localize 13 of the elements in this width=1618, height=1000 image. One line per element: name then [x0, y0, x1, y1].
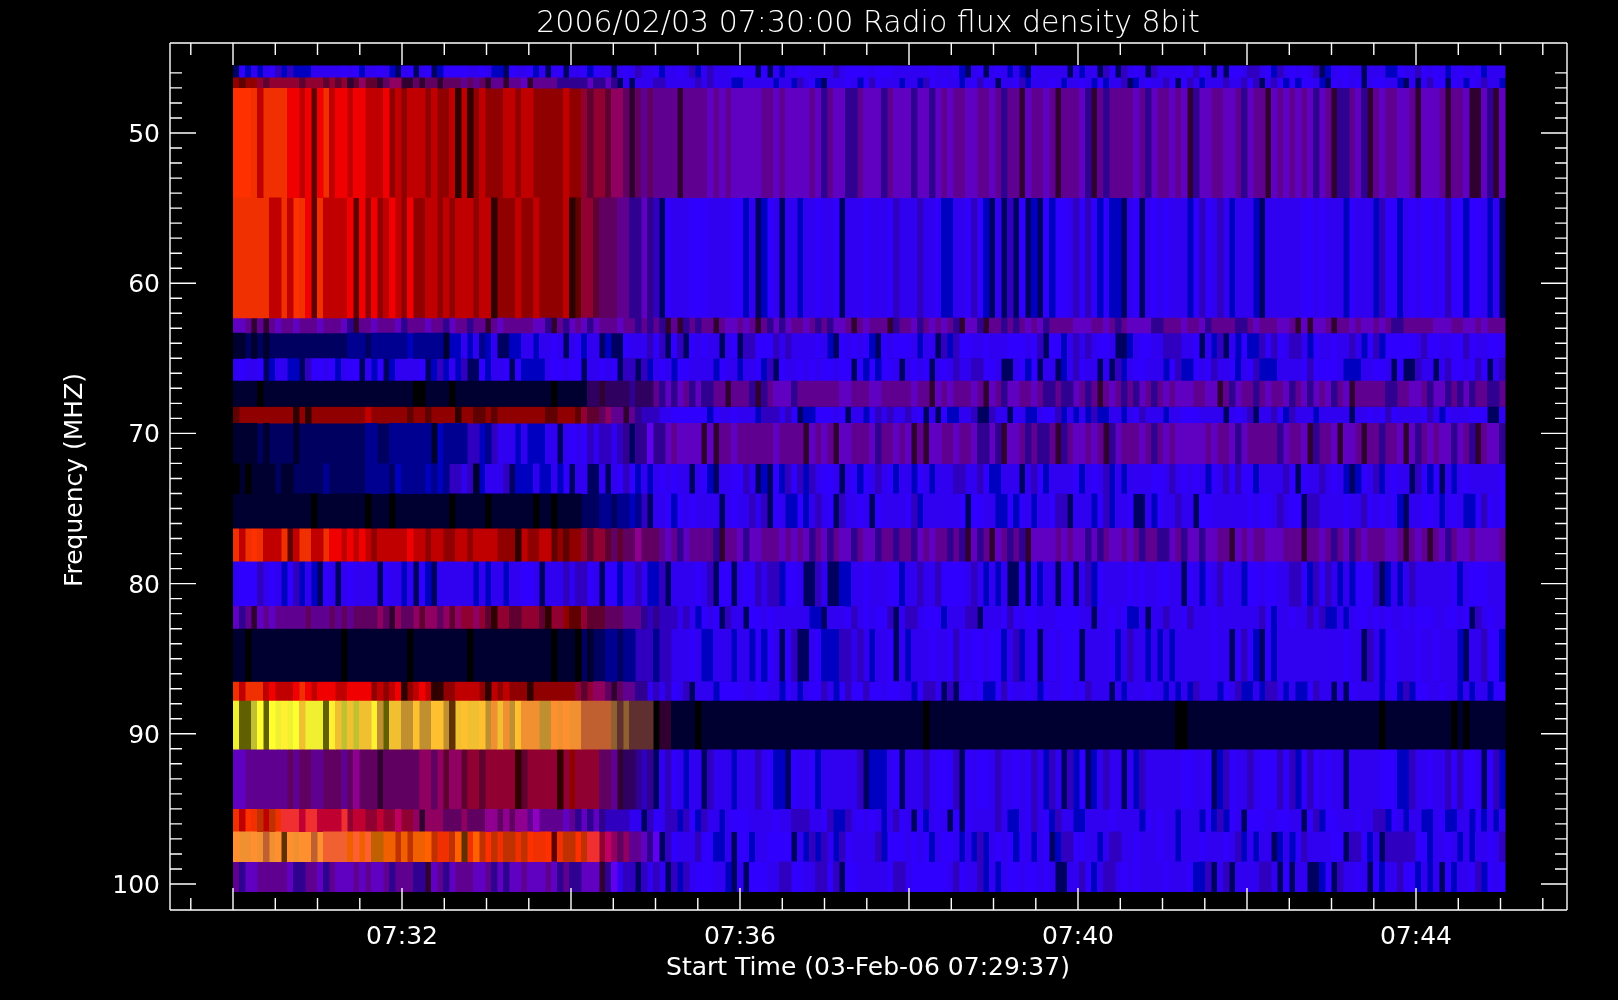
- x-tick-label: 07:36: [704, 921, 776, 950]
- y-tick-label: 70: [128, 419, 160, 449]
- y-tick-label: 50: [128, 119, 160, 148]
- y-tick-label: 80: [128, 569, 160, 599]
- y-axis-label: Frequency (MHZ): [59, 372, 88, 588]
- x-tick-label: 07:32: [366, 921, 438, 950]
- x-tick-label: 07:40: [1042, 921, 1114, 950]
- x-axis-label: Start Time (03-Feb-06 07:29:37): [666, 952, 1070, 981]
- plot-title: 2006/02/03 07:30:00 Radio flux density 8bit: [536, 4, 1200, 39]
- y-tick-label: 90: [128, 719, 160, 749]
- y-tick-label: 60: [128, 269, 160, 299]
- y-tick-label: 100: [112, 870, 160, 899]
- x-tick-label: 07:44: [1380, 921, 1452, 950]
